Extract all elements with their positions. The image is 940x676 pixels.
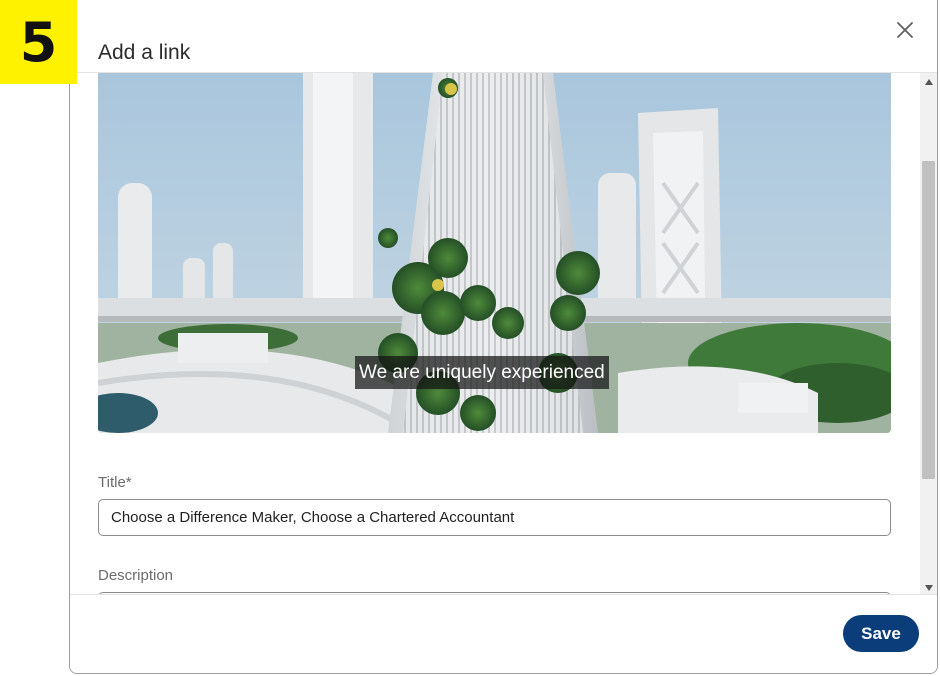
title-input[interactable]: [98, 499, 891, 536]
link-preview-image: We are uniquely experienced: [98, 73, 891, 433]
save-button[interactable]: Save: [843, 615, 919, 652]
scroll-up-arrow[interactable]: [920, 73, 937, 90]
scrollbar-thumb[interactable]: [922, 161, 935, 479]
dialog-header: Add a link: [70, 0, 937, 73]
dialog-scrollbar[interactable]: [920, 73, 937, 596]
dialog-footer: Save: [70, 594, 937, 673]
caret-down-icon: [924, 584, 933, 591]
description-field-label: Description: [98, 567, 174, 584]
dialog-scroll-content: We are uniquely experienced Title* Descr…: [98, 73, 891, 596]
dialog-title: Add a link: [98, 41, 191, 65]
title-field-label: Title*: [98, 474, 132, 491]
step-number-badge: 5: [0, 0, 77, 84]
caret-up-icon: [924, 78, 933, 85]
dialog-body[interactable]: We are uniquely experienced Title* Descr…: [70, 73, 937, 596]
close-button[interactable]: [889, 14, 921, 46]
title-label-text: Title: [98, 474, 126, 491]
required-marker: *: [125, 474, 132, 491]
add-link-dialog: Add a link We are uniquely experienced T…: [69, 0, 938, 674]
video-caption: We are uniquely experienced: [355, 356, 609, 389]
close-icon: [897, 22, 913, 38]
